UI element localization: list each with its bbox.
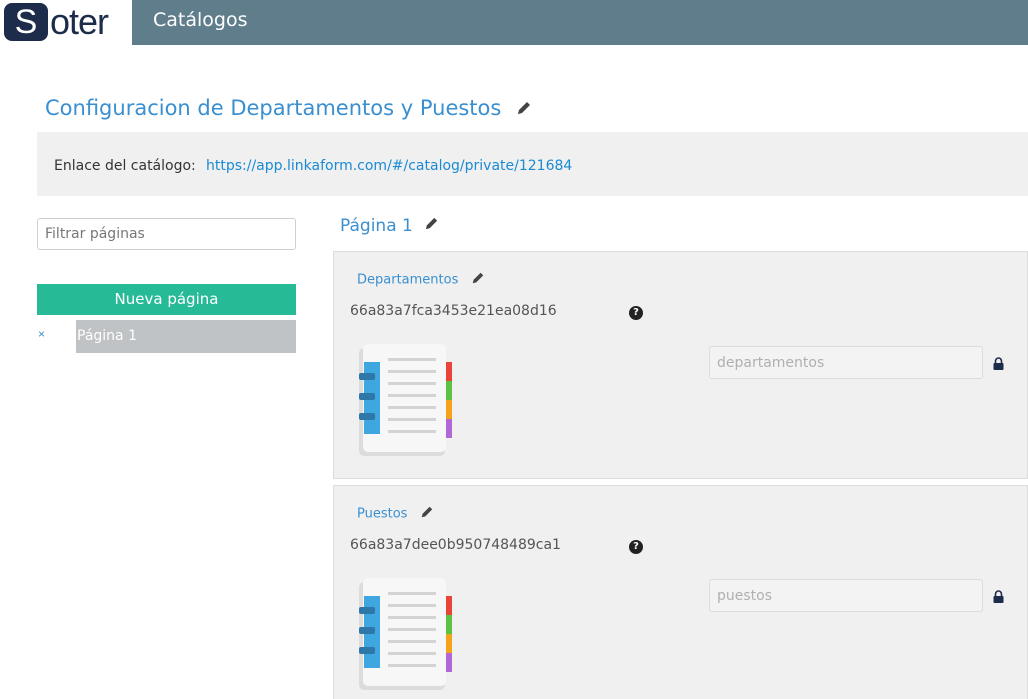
edit-pencil-icon[interactable] <box>420 505 434 523</box>
lock-icon <box>993 590 1004 608</box>
card-title-text[interactable]: Puestos <box>357 507 407 522</box>
section-title-text: Página 1 <box>340 216 413 236</box>
navbar: Catálogos <box>132 0 1028 45</box>
card-id: 66a83a7fca3453e21ea08d16 <box>350 303 557 319</box>
filter-pages-input[interactable] <box>37 218 296 250</box>
remove-page-icon[interactable]: × <box>38 327 45 341</box>
page-title: Configuracion de Departamentos y Puestos <box>45 96 532 121</box>
card-title: Puestos <box>357 505 434 523</box>
lock-icon <box>993 357 1004 375</box>
logo[interactable]: S oter <box>0 0 132 45</box>
edit-pencil-icon[interactable] <box>516 97 532 121</box>
card-title: Departamentos <box>357 271 485 289</box>
section-title: Página 1 <box>340 216 439 236</box>
top-bar: S oter Catálogos <box>0 0 1028 45</box>
edit-pencil-icon[interactable] <box>471 271 485 289</box>
sidebar-page-item[interactable]: Página 1 <box>76 320 296 353</box>
catalog-link-url[interactable]: https://app.linkaform.com/#/catalog/priv… <box>206 158 572 174</box>
catalog-card: Puestos 66a83a7dee0b950748489ca1 ? <box>333 485 1028 699</box>
catalog-book-icon <box>359 578 454 698</box>
catalog-link-panel: Enlace del catálogo: https://app.linkafo… <box>37 132 1028 196</box>
logo-initial: S <box>4 3 48 41</box>
card-id: 66a83a7dee0b950748489ca1 <box>350 537 561 553</box>
catalog-field-input[interactable] <box>709 346 983 379</box>
catalog-link-label: Enlace del catálogo: <box>54 158 196 174</box>
catalog-card: Departamentos 66a83a7fca3453e21ea08d16 ? <box>333 251 1028 479</box>
new-page-button[interactable]: Nueva página <box>37 284 296 315</box>
help-icon[interactable]: ? <box>629 540 643 554</box>
help-icon[interactable]: ? <box>629 306 643 320</box>
page-title-text: Configuracion de Departamentos y Puestos <box>45 96 502 120</box>
logo-text: oter <box>50 1 109 42</box>
catalog-field-input[interactable] <box>709 579 983 612</box>
catalog-book-icon <box>359 344 454 464</box>
edit-pencil-icon[interactable] <box>424 216 439 236</box>
card-title-text[interactable]: Departamentos <box>357 273 458 288</box>
nav-title[interactable]: Catálogos <box>153 9 248 31</box>
